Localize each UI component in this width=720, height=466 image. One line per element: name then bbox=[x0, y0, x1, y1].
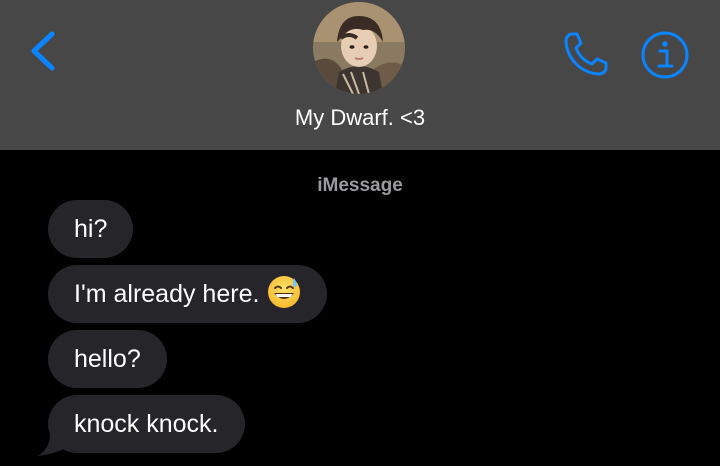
chevron-left-icon bbox=[31, 31, 55, 71]
contact-name[interactable]: My Dwarf. <3 bbox=[0, 104, 720, 132]
call-button[interactable] bbox=[560, 28, 612, 80]
message-bubble[interactable]: I'm already here. bbox=[48, 265, 328, 323]
bubble-tail bbox=[38, 424, 66, 456]
info-icon bbox=[641, 31, 689, 79]
messages-screen: My Dwarf. <3 iMessage hi? I'm already he… bbox=[0, 0, 720, 466]
message-text: hi? bbox=[74, 215, 108, 243]
message-text: I'm already here. bbox=[74, 280, 260, 308]
contact-photo bbox=[313, 2, 405, 94]
message-bubble[interactable]: knock knock. bbox=[48, 395, 245, 453]
contact-avatar[interactable] bbox=[313, 2, 405, 94]
back-button[interactable] bbox=[22, 26, 66, 76]
message-text: knock knock. bbox=[74, 410, 219, 438]
grinning-face-with-sweat-icon bbox=[267, 275, 301, 309]
message-bubble[interactable]: hi? bbox=[48, 200, 134, 258]
conversation-header: My Dwarf. <3 bbox=[0, 0, 720, 150]
message-text: hello? bbox=[74, 345, 141, 373]
info-button[interactable] bbox=[638, 28, 692, 82]
message-bubble[interactable]: hello? bbox=[48, 330, 167, 388]
service-label: iMessage bbox=[317, 175, 403, 196]
phone-icon bbox=[564, 32, 608, 76]
